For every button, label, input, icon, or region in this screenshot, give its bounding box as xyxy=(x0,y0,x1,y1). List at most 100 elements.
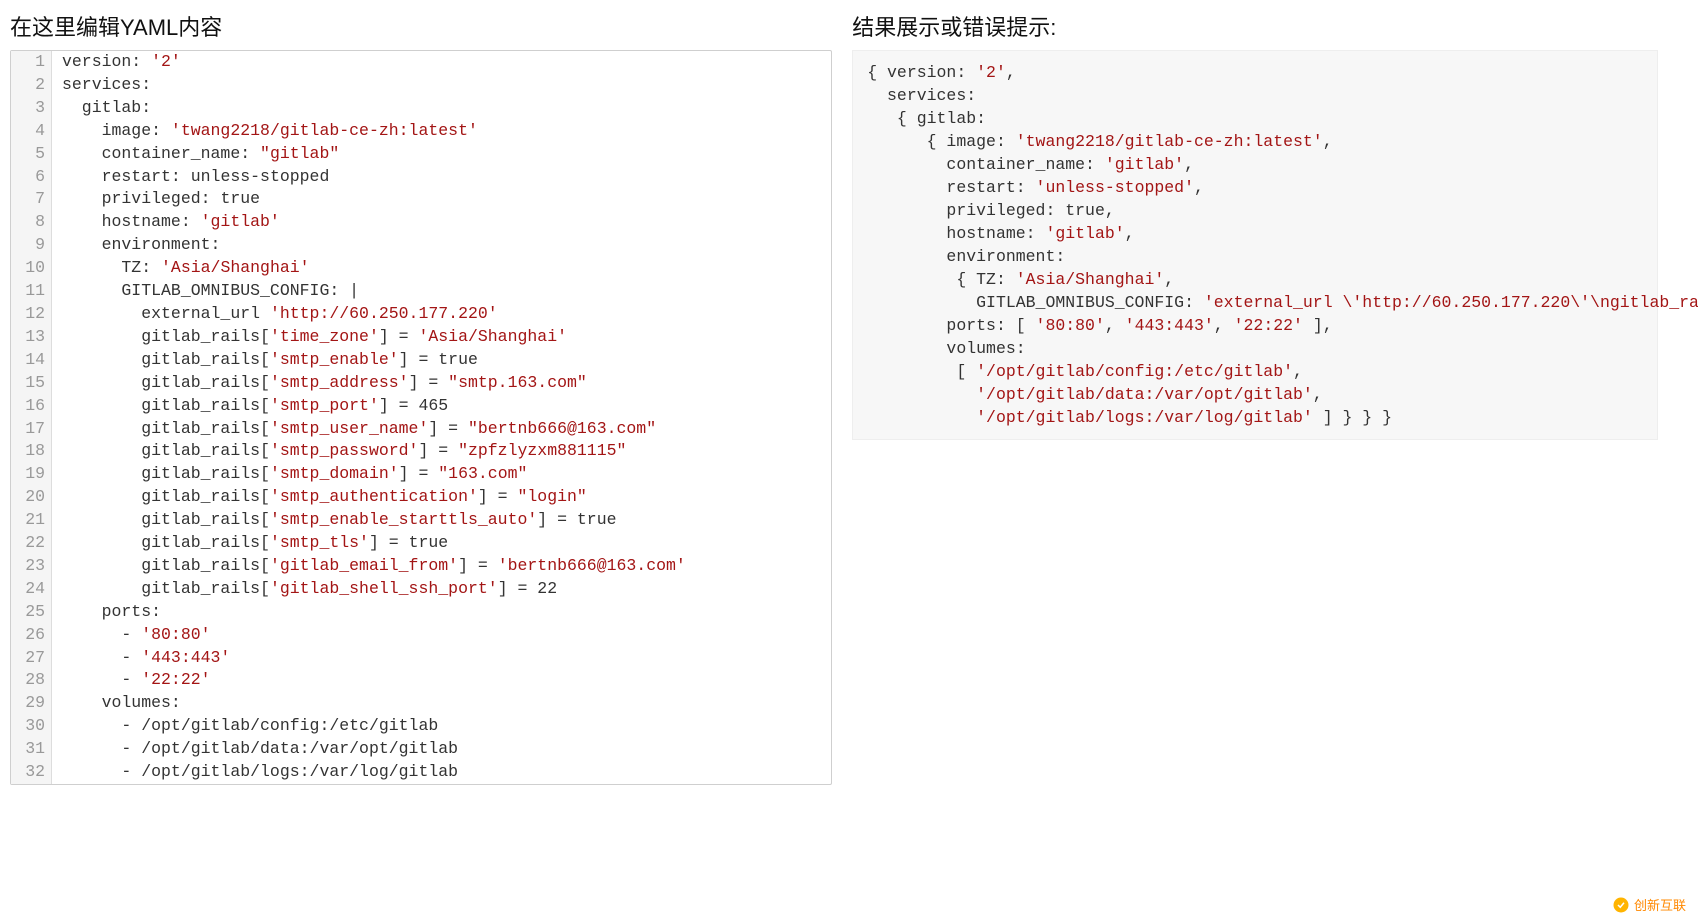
editor-line[interactable]: 19 gitlab_rails['smtp_domain'] = "163.co… xyxy=(11,463,831,486)
editor-pane: 在这里编辑YAML内容 1version: '2'2services:3 git… xyxy=(10,10,832,785)
editor-line[interactable]: 12 external_url 'http://60.250.177.220' xyxy=(11,303,831,326)
code-content[interactable]: - /opt/gitlab/config:/etc/gitlab xyxy=(52,715,438,738)
code-content[interactable]: gitlab_rails['smtp_authentication'] = "l… xyxy=(52,486,587,509)
editor-line[interactable]: 21 gitlab_rails['smtp_enable_starttls_au… xyxy=(11,509,831,532)
editor-line[interactable]: 22 gitlab_rails['smtp_tls'] = true xyxy=(11,532,831,555)
result-line: ports: [ '80:80', '443:443', '22:22' ], xyxy=(867,314,1642,337)
line-number: 7 xyxy=(11,188,52,211)
main-container: 在这里编辑YAML内容 1version: '2'2services:3 git… xyxy=(10,10,1688,785)
result-pane: 结果展示或错误提示: { version: '2', services: { g… xyxy=(852,10,1657,785)
editor-line[interactable]: 26 - '80:80' xyxy=(11,624,831,647)
brand-logo-icon xyxy=(1612,896,1630,914)
editor-line[interactable]: 30 - /opt/gitlab/config:/etc/gitlab xyxy=(11,715,831,738)
result-line: { version: '2', xyxy=(867,61,1642,84)
line-number: 13 xyxy=(11,326,52,349)
line-number: 15 xyxy=(11,372,52,395)
line-number: 28 xyxy=(11,669,52,692)
editor-line[interactable]: 25 ports: xyxy=(11,601,831,624)
code-content[interactable]: - /opt/gitlab/logs:/var/log/gitlab xyxy=(52,761,458,784)
yaml-editor[interactable]: 1version: '2'2services:3 gitlab:4 image:… xyxy=(10,50,832,785)
code-content[interactable]: - '443:443' xyxy=(52,647,230,670)
brand-logo: 创新互联 xyxy=(1612,895,1686,914)
code-content[interactable]: - '22:22' xyxy=(52,669,211,692)
editor-line[interactable]: 9 environment: xyxy=(11,234,831,257)
result-output: { version: '2', services: { gitlab: { im… xyxy=(852,50,1657,440)
code-content[interactable]: gitlab_rails['smtp_address'] = "smtp.163… xyxy=(52,372,587,395)
code-content[interactable]: gitlab_rails['smtp_enable_starttls_auto'… xyxy=(52,509,617,532)
code-content[interactable]: gitlab_rails['smtp_enable'] = true xyxy=(52,349,478,372)
line-number: 18 xyxy=(11,440,52,463)
line-number: 25 xyxy=(11,601,52,624)
result-title: 结果展示或错误提示: xyxy=(852,10,1657,42)
code-content[interactable]: privileged: true xyxy=(52,188,260,211)
line-number: 27 xyxy=(11,647,52,670)
result-line: restart: 'unless-stopped', xyxy=(867,176,1642,199)
line-number: 14 xyxy=(11,349,52,372)
code-content[interactable]: ports: xyxy=(52,601,161,624)
result-line: volumes: xyxy=(867,337,1642,360)
code-content[interactable]: version: '2' xyxy=(52,51,181,74)
result-line: { gitlab: xyxy=(867,107,1642,130)
line-number: 30 xyxy=(11,715,52,738)
editor-line[interactable]: 28 - '22:22' xyxy=(11,669,831,692)
editor-line[interactable]: 18 gitlab_rails['smtp_password'] = "zpfz… xyxy=(11,440,831,463)
editor-line[interactable]: 7 privileged: true xyxy=(11,188,831,211)
editor-title: 在这里编辑YAML内容 xyxy=(10,10,832,42)
result-line: environment: xyxy=(867,245,1642,268)
editor-line[interactable]: 15 gitlab_rails['smtp_address'] = "smtp.… xyxy=(11,372,831,395)
line-number: 20 xyxy=(11,486,52,509)
editor-line[interactable]: 14 gitlab_rails['smtp_enable'] = true xyxy=(11,349,831,372)
line-number: 3 xyxy=(11,97,52,120)
editor-line[interactable]: 3 gitlab: xyxy=(11,97,831,120)
result-line: { image: 'twang2218/gitlab-ce-zh:latest'… xyxy=(867,130,1642,153)
code-content[interactable]: gitlab_rails['smtp_port'] = 465 xyxy=(52,395,448,418)
editor-line[interactable]: 20 gitlab_rails['smtp_authentication'] =… xyxy=(11,486,831,509)
line-number: 22 xyxy=(11,532,52,555)
editor-line[interactable]: 17 gitlab_rails['smtp_user_name'] = "ber… xyxy=(11,418,831,441)
code-content[interactable]: gitlab: xyxy=(52,97,151,120)
code-content[interactable]: gitlab_rails['time_zone'] = 'Asia/Shangh… xyxy=(52,326,567,349)
line-number: 32 xyxy=(11,761,52,784)
code-content[interactable]: TZ: 'Asia/Shanghai' xyxy=(52,257,310,280)
editor-line[interactable]: 16 gitlab_rails['smtp_port'] = 465 xyxy=(11,395,831,418)
code-content[interactable]: gitlab_rails['gitlab_shell_ssh_port'] = … xyxy=(52,578,557,601)
code-content[interactable]: - '80:80' xyxy=(52,624,211,647)
editor-line[interactable]: 27 - '443:443' xyxy=(11,647,831,670)
code-content[interactable]: gitlab_rails['smtp_tls'] = true xyxy=(52,532,448,555)
editor-line[interactable]: 29 volumes: xyxy=(11,692,831,715)
editor-line[interactable]: 24 gitlab_rails['gitlab_shell_ssh_port']… xyxy=(11,578,831,601)
code-content[interactable]: container_name: "gitlab" xyxy=(52,143,339,166)
editor-line[interactable]: 13 gitlab_rails['time_zone'] = 'Asia/Sha… xyxy=(11,326,831,349)
editor-line[interactable]: 1version: '2' xyxy=(11,51,831,74)
editor-line[interactable]: 2services: xyxy=(11,74,831,97)
code-content[interactable]: services: xyxy=(52,74,151,97)
code-content[interactable]: - /opt/gitlab/data:/var/opt/gitlab xyxy=(52,738,458,761)
editor-line[interactable]: 10 TZ: 'Asia/Shanghai' xyxy=(11,257,831,280)
line-number: 19 xyxy=(11,463,52,486)
code-content[interactable]: image: 'twang2218/gitlab-ce-zh:latest' xyxy=(52,120,478,143)
result-line: '/opt/gitlab/logs:/var/log/gitlab' ] } }… xyxy=(867,406,1642,429)
code-content[interactable]: gitlab_rails['smtp_password'] = "zpfzlyz… xyxy=(52,440,626,463)
result-line: services: xyxy=(867,84,1642,107)
result-line: container_name: 'gitlab', xyxy=(867,153,1642,176)
editor-line[interactable]: 6 restart: unless-stopped xyxy=(11,166,831,189)
code-content[interactable]: gitlab_rails['gitlab_email_from'] = 'ber… xyxy=(52,555,686,578)
brand-logo-text: 创新互联 xyxy=(1634,895,1686,914)
editor-line[interactable]: 31 - /opt/gitlab/data:/var/opt/gitlab xyxy=(11,738,831,761)
code-content[interactable]: gitlab_rails['smtp_domain'] = "163.com" xyxy=(52,463,527,486)
editor-line[interactable]: 23 gitlab_rails['gitlab_email_from'] = '… xyxy=(11,555,831,578)
code-content[interactable]: environment: xyxy=(52,234,220,257)
code-content[interactable]: restart: unless-stopped xyxy=(52,166,329,189)
code-content[interactable]: GITLAB_OMNIBUS_CONFIG: | xyxy=(52,280,359,303)
editor-line[interactable]: 32 - /opt/gitlab/logs:/var/log/gitlab xyxy=(11,761,831,784)
line-number: 23 xyxy=(11,555,52,578)
code-content[interactable]: hostname: 'gitlab' xyxy=(52,211,280,234)
editor-line[interactable]: 5 container_name: "gitlab" xyxy=(11,143,831,166)
editor-line[interactable]: 4 image: 'twang2218/gitlab-ce-zh:latest' xyxy=(11,120,831,143)
editor-line[interactable]: 11 GITLAB_OMNIBUS_CONFIG: | xyxy=(11,280,831,303)
line-number: 26 xyxy=(11,624,52,647)
code-content[interactable]: volumes: xyxy=(52,692,181,715)
code-content[interactable]: external_url 'http://60.250.177.220' xyxy=(52,303,498,326)
code-content[interactable]: gitlab_rails['smtp_user_name'] = "bertnb… xyxy=(52,418,656,441)
editor-line[interactable]: 8 hostname: 'gitlab' xyxy=(11,211,831,234)
